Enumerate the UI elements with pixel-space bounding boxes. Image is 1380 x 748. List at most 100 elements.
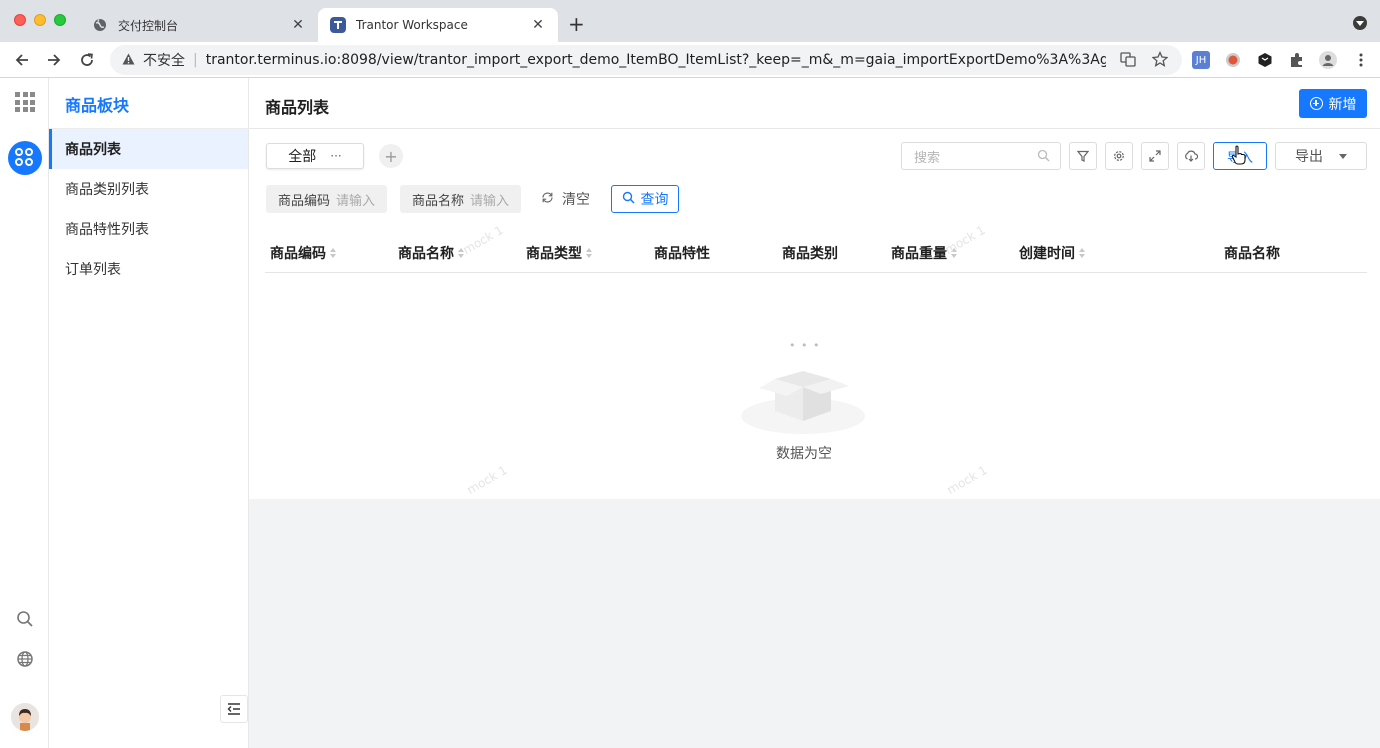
watermark: mock 1 bbox=[464, 462, 510, 498]
global-nav-rail bbox=[0, 78, 49, 748]
browser-menu-icon[interactable] bbox=[1352, 51, 1370, 69]
export-label: 导出 bbox=[1295, 149, 1323, 165]
app-grid-icon[interactable] bbox=[15, 92, 35, 112]
search-icon[interactable] bbox=[1037, 149, 1050, 166]
close-icon[interactable]: ✕ bbox=[530, 17, 546, 33]
add-button[interactable]: 新增 bbox=[1299, 89, 1367, 118]
reload-icon[interactable] bbox=[75, 48, 99, 72]
browser-tab-bar: 交付控制台 ✕ Trantor Workspace ✕ + bbox=[0, 0, 1380, 42]
window-zoom-button[interactable] bbox=[54, 14, 66, 26]
column-label: 商品类型 bbox=[526, 246, 582, 262]
watermark: mock 1 bbox=[944, 462, 990, 498]
add-button-label: 新增 bbox=[1328, 96, 1357, 113]
settings-icon[interactable] bbox=[1105, 142, 1133, 170]
profile-icon[interactable] bbox=[1319, 51, 1337, 69]
add-view-button[interactable]: + bbox=[379, 144, 403, 168]
query-button[interactable]: 查询 bbox=[611, 185, 679, 213]
filter-input-placeholder[interactable]: 请输入 bbox=[470, 190, 509, 209]
loading-dots: • • • bbox=[789, 339, 821, 352]
column-label: 商品名称 bbox=[1224, 246, 1280, 262]
cloud-download-icon[interactable] bbox=[1177, 142, 1205, 170]
extension-record-icon[interactable] bbox=[1224, 51, 1242, 69]
column-header[interactable]: 商品编码 bbox=[270, 233, 336, 273]
tab-title: Trantor Workspace bbox=[356, 18, 468, 32]
export-dropdown[interactable]: 导出 bbox=[1275, 142, 1367, 170]
column-label: 商品名称 bbox=[398, 246, 454, 262]
column-header: 商品类别 bbox=[782, 233, 838, 273]
column-header[interactable]: 商品名称 bbox=[398, 233, 464, 273]
main-content: 商品列表 新增 全部 ··· + 搜索 导出 商品编码 请输入 商品名称 请输入… bbox=[249, 78, 1380, 748]
sidebar-item-product-category-list[interactable]: 商品类别列表 bbox=[49, 169, 248, 209]
translate-icon[interactable] bbox=[1120, 51, 1136, 71]
sort-icon[interactable] bbox=[330, 248, 336, 258]
app-logo-icon[interactable] bbox=[8, 141, 42, 175]
more-icon[interactable]: ··· bbox=[330, 149, 341, 163]
filter-input-placeholder[interactable]: 请输入 bbox=[336, 190, 375, 209]
tab-title: 交付控制台 bbox=[118, 18, 179, 33]
extension-jh-icon[interactable]: JH bbox=[1192, 51, 1210, 69]
sidebar-item-product-attribute-list[interactable]: 商品特性列表 bbox=[49, 209, 248, 249]
list-panel: 全部 ··· + 搜索 导入 bbox=[249, 129, 1380, 499]
globe-language-icon[interactable] bbox=[15, 649, 35, 669]
filter-icon[interactable] bbox=[1069, 142, 1097, 170]
module-title: 商品板块 bbox=[65, 96, 130, 115]
hand-cursor-icon bbox=[1231, 145, 1247, 169]
chevron-down-icon bbox=[1339, 153, 1347, 159]
sort-icon[interactable] bbox=[586, 248, 592, 258]
column-label: 创建时间 bbox=[1019, 246, 1075, 262]
page-header: 商品列表 新增 bbox=[249, 78, 1380, 129]
search-icon bbox=[622, 191, 635, 208]
globe-icon bbox=[92, 17, 108, 33]
column-label: 商品特性 bbox=[654, 246, 710, 262]
column-label: 商品编码 bbox=[270, 246, 326, 262]
back-arrow-icon[interactable] bbox=[10, 48, 34, 72]
window-close-button[interactable] bbox=[14, 14, 26, 26]
sort-icon[interactable] bbox=[1079, 248, 1085, 258]
search-input[interactable]: 搜索 bbox=[901, 142, 1061, 170]
security-status[interactable]: 不安全 bbox=[143, 50, 185, 70]
app-root: 商品板块 商品列表 商品类别列表 商品特性列表 订单列表 商品列表 新增 全部 … bbox=[0, 78, 1380, 748]
close-icon[interactable]: ✕ bbox=[290, 17, 306, 33]
view-tab-all[interactable]: 全部 ··· bbox=[266, 143, 364, 169]
table-header: 商品编码 商品名称 商品类型 商品特性 商品类别 商品重量 创建时间 商品名称 bbox=[265, 233, 1367, 273]
column-header[interactable]: 创建时间 bbox=[1019, 233, 1085, 273]
new-tab-button[interactable]: + bbox=[568, 12, 585, 36]
search-icon[interactable] bbox=[15, 609, 35, 629]
forward-arrow-icon[interactable] bbox=[42, 48, 66, 72]
clear-label: 清空 bbox=[562, 192, 590, 208]
empty-text: 数据为空 bbox=[776, 446, 832, 462]
browser-tab-delivery-console[interactable]: 交付控制台 ✕ bbox=[80, 8, 318, 42]
trantor-logo-icon bbox=[330, 17, 346, 33]
collapse-sidebar-icon[interactable] bbox=[220, 695, 248, 723]
filter-product-code[interactable]: 商品编码 请输入 bbox=[266, 185, 388, 213]
plus-circle-icon bbox=[1309, 97, 1323, 110]
sidebar-item-product-list[interactable]: 商品列表 bbox=[49, 129, 248, 169]
clear-button[interactable]: 清空 bbox=[541, 185, 590, 213]
browser-tab-trantor-workspace[interactable]: Trantor Workspace ✕ bbox=[318, 8, 558, 42]
filter-product-name[interactable]: 商品名称 请输入 bbox=[400, 185, 522, 213]
module-sidebar: 商品板块 商品列表 商品类别列表 商品特性列表 订单列表 bbox=[49, 78, 249, 748]
query-label: 查询 bbox=[640, 192, 669, 208]
warning-icon[interactable] bbox=[122, 53, 135, 68]
column-label: 商品类别 bbox=[782, 246, 838, 262]
filter-label: 商品编码 bbox=[278, 193, 331, 209]
address-bar[interactable]: 不安全 | trantor.terminus.io:8098/view/tran… bbox=[110, 45, 1182, 75]
column-header: 商品特性 bbox=[654, 233, 710, 273]
refresh-icon bbox=[541, 191, 554, 208]
avatar[interactable] bbox=[11, 703, 39, 731]
extension-cube-icon[interactable] bbox=[1256, 51, 1274, 69]
window-minimize-button[interactable] bbox=[34, 14, 46, 26]
column-header[interactable]: 商品类型 bbox=[526, 233, 592, 273]
extensions-puzzle-icon[interactable] bbox=[1288, 51, 1306, 69]
sidebar-item-order-list[interactable]: 订单列表 bbox=[49, 249, 248, 289]
tab-search-icon[interactable] bbox=[1353, 16, 1367, 30]
url-text[interactable]: trantor.terminus.io:8098/view/trantor_im… bbox=[206, 52, 1106, 68]
fullscreen-icon[interactable] bbox=[1141, 142, 1169, 170]
view-tab-label: 全部 bbox=[288, 149, 317, 165]
browser-toolbar: 不安全 | trantor.terminus.io:8098/view/tran… bbox=[0, 42, 1380, 78]
column-label: 商品重量 bbox=[891, 246, 947, 262]
bookmark-star-icon[interactable] bbox=[1151, 50, 1169, 71]
filter-label: 商品名称 bbox=[412, 193, 465, 209]
page-title: 商品列表 bbox=[265, 98, 330, 117]
column-header: 商品名称 bbox=[1224, 233, 1280, 273]
